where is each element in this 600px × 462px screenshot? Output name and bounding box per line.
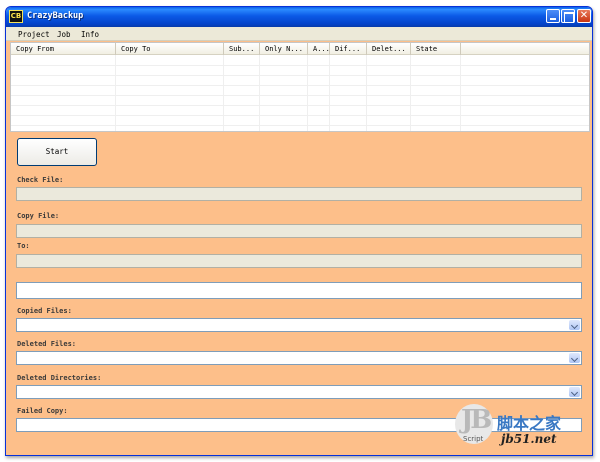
grid-line	[11, 125, 589, 126]
menu-project[interactable]: Project	[18, 30, 50, 39]
grid-column-line	[259, 55, 260, 131]
column-dif[interactable]: Dif...	[330, 43, 367, 55]
menu-job[interactable]: Job	[57, 30, 71, 39]
column-delete[interactable]: Delet...	[367, 43, 411, 55]
grid-column-line	[366, 55, 367, 131]
logo-letters: JB	[461, 405, 492, 435]
grid-column-line	[460, 55, 461, 131]
logo-script-text: Script	[463, 435, 484, 443]
maximize-button[interactable]	[561, 9, 575, 23]
window-title: CrazyBackup	[27, 11, 84, 21]
close-button[interactable]: ✕	[577, 9, 591, 23]
deleted-directories-label: Deleted Directories:	[17, 374, 102, 382]
grid-line	[11, 115, 589, 116]
deleted-files-combo[interactable]	[16, 351, 582, 365]
column-copy-from[interactable]: Copy From	[11, 43, 116, 55]
check-file-label: Check File:	[17, 176, 64, 184]
app-icon: CB	[9, 10, 23, 23]
deleted-directories-combo[interactable]	[16, 385, 582, 399]
menu-bar: Project Job Info	[6, 27, 592, 41]
menu-info[interactable]: Info	[81, 30, 99, 39]
chevron-down-icon[interactable]	[569, 320, 580, 330]
check-file-field	[16, 187, 582, 201]
failed-copy-label: Failed Copy:	[17, 407, 68, 415]
grid-line	[11, 95, 589, 96]
grid-line	[11, 75, 589, 76]
deleted-files-label: Deleted Files:	[17, 340, 77, 348]
column-copy-to[interactable]: Copy To	[116, 43, 224, 55]
grid-column-line	[115, 55, 116, 131]
copy-file-field	[16, 224, 582, 238]
grid-column-line	[329, 55, 330, 131]
to-label: To:	[17, 242, 30, 250]
grid-line	[11, 65, 589, 66]
watermark: JB Script 脚本之家 jb51.net	[455, 404, 595, 454]
crazybackup-window: CB CrazyBackup ✕ Project Job Info Copy F…	[5, 6, 593, 456]
copied-files-combo[interactable]	[16, 318, 582, 332]
grid-column-line	[410, 55, 411, 131]
copy-file-label: Copy File:	[17, 212, 60, 220]
column-state[interactable]: State	[411, 43, 461, 55]
column-sub[interactable]: Sub...	[224, 43, 260, 55]
text-input[interactable]	[16, 282, 582, 299]
column-a[interactable]: A...	[308, 43, 330, 55]
chevron-down-icon[interactable]	[569, 353, 580, 363]
copied-files-label: Copied Files:	[17, 307, 72, 315]
grid-line	[11, 85, 589, 86]
to-field	[16, 254, 582, 268]
backup-jobs-list[interactable]: Copy From Copy To Sub... Only N... A... …	[10, 42, 590, 132]
minimize-button[interactable]	[546, 9, 560, 23]
list-header: Copy From Copy To Sub... Only N... A... …	[11, 43, 589, 55]
column-only-new[interactable]: Only N...	[260, 43, 308, 55]
chevron-down-icon[interactable]	[569, 387, 580, 397]
watermark-site-name: 脚本之家	[497, 414, 562, 433]
watermark-url: jb51.net	[501, 432, 557, 446]
start-button[interactable]: Start	[17, 138, 97, 166]
grid-line	[11, 105, 589, 106]
grid-column-line	[223, 55, 224, 131]
jb51-logo: JB Script	[455, 404, 493, 444]
title-bar[interactable]: CB CrazyBackup ✕	[6, 7, 592, 27]
grid-column-line	[307, 55, 308, 131]
